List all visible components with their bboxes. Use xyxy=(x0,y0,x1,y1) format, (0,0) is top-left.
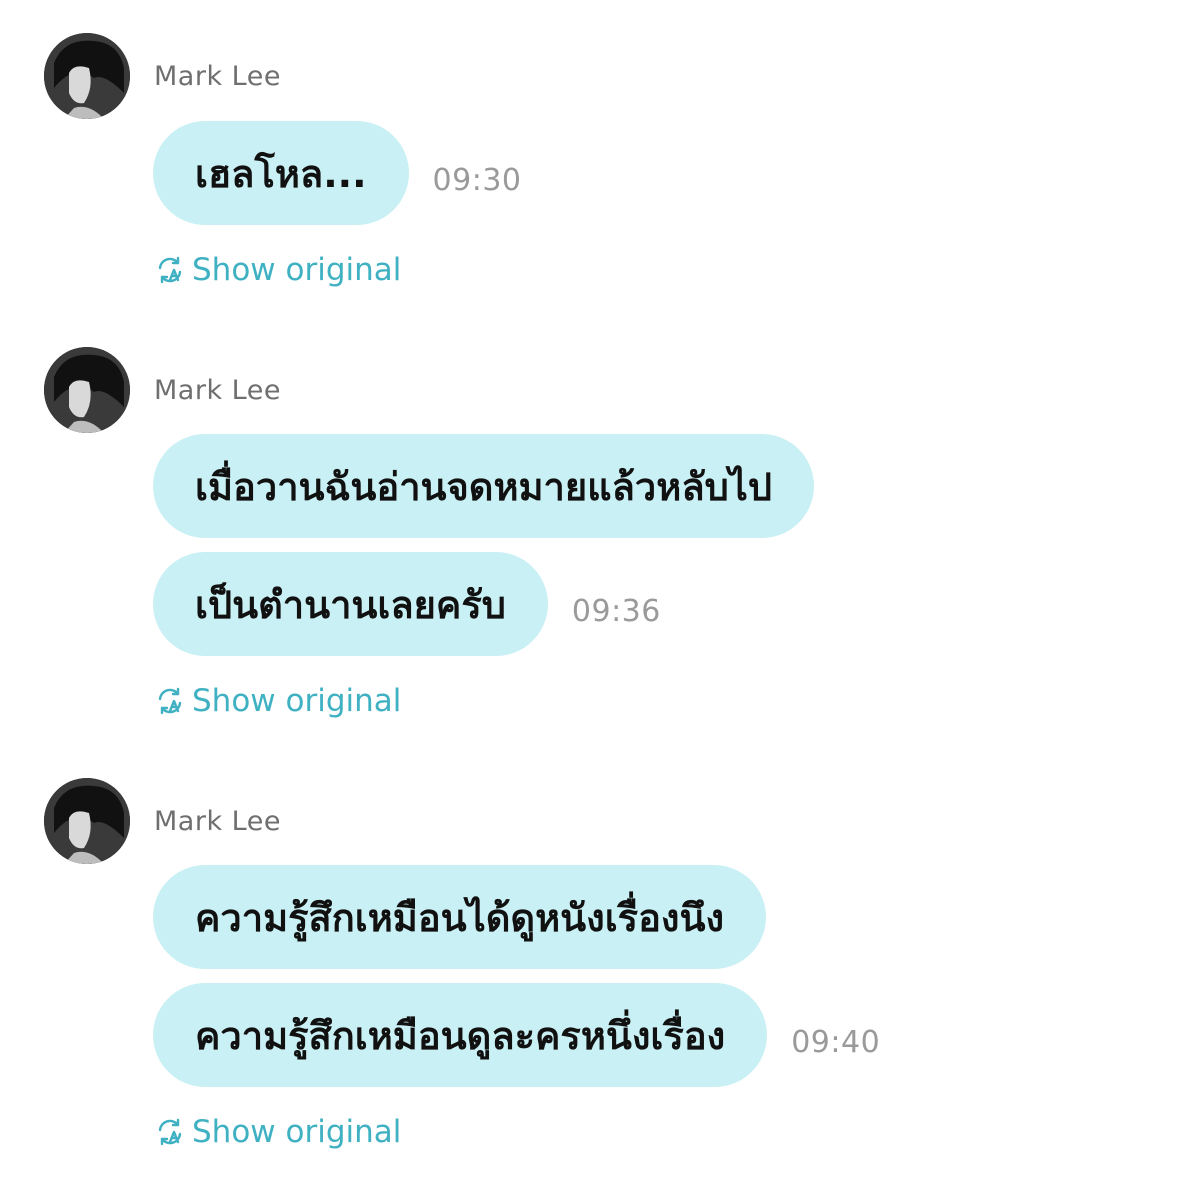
show-original-link[interactable]: Show original xyxy=(154,683,401,719)
timestamp: 09:30 xyxy=(432,162,522,198)
show-original-label: Show original xyxy=(192,1114,402,1150)
message-bubble[interactable]: เฮลโหล... xyxy=(153,121,409,225)
translate-icon xyxy=(158,1118,182,1146)
message-row: ความรู้สึกเหมือนได้ดูหนังเรื่องนึง xyxy=(153,865,766,969)
avatar[interactable] xyxy=(44,33,130,119)
message-row: เฮลโหล... 09:30 xyxy=(153,121,522,225)
message-row: เป็นตำนานเลยครับ 09:36 xyxy=(153,552,661,656)
translate-icon xyxy=(158,256,182,284)
sender-name: Mark Lee xyxy=(154,375,281,406)
message-row: เมื่อวานฉันอ่านจดหมายแล้วหลับไป xyxy=(153,434,814,538)
message-bubble[interactable]: ความรู้สึกเหมือนดูละครหนึ่งเรื่อง xyxy=(153,983,768,1087)
avatar[interactable] xyxy=(44,347,130,433)
message-row: ความรู้สึกเหมือนดูละครหนึ่งเรื่อง 09:40 xyxy=(153,983,880,1087)
sender-name: Mark Lee xyxy=(154,806,281,837)
timestamp: 09:40 xyxy=(791,1024,881,1060)
message-bubble[interactable]: เป็นตำนานเลยครับ xyxy=(153,552,548,656)
avatar[interactable] xyxy=(44,778,130,864)
message-bubble[interactable]: เมื่อวานฉันอ่านจดหมายแล้วหลับไป xyxy=(153,434,814,538)
translate-icon xyxy=(158,687,182,715)
timestamp: 09:36 xyxy=(571,593,661,629)
show-original-link[interactable]: Show original xyxy=(154,1114,401,1150)
show-original-label: Show original xyxy=(192,252,402,288)
sender-name: Mark Lee xyxy=(154,61,281,92)
message-bubble[interactable]: ความรู้สึกเหมือนได้ดูหนังเรื่องนึง xyxy=(153,865,766,969)
show-original-label: Show original xyxy=(192,683,402,719)
show-original-link[interactable]: Show original xyxy=(154,252,401,288)
